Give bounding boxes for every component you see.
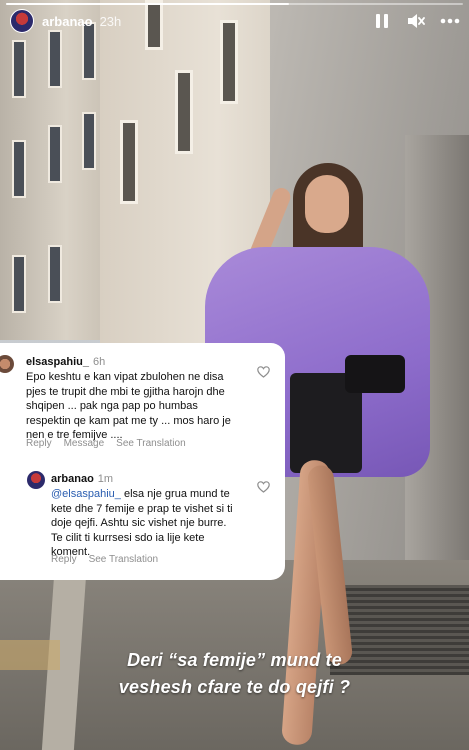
caption-line-1: Deri “sa femije” mund te — [127, 650, 342, 670]
comment-actions: Reply Message See Translation — [26, 438, 186, 449]
comment-line: @elsaspahiu_ elsa nje grua mund te — [51, 487, 271, 502]
window — [48, 30, 62, 88]
window — [82, 112, 96, 170]
story-header: arbanao 23h — [10, 8, 460, 34]
comment-line: doje qejfi. Ashtu sic vishet nje burre. — [51, 517, 227, 529]
avatar[interactable] — [0, 355, 14, 373]
avatar[interactable] — [10, 9, 34, 33]
comment-line-rest: elsa nje grua mund te — [120, 488, 230, 500]
caption-line-2: veshesh cfare te do qejfi ? — [118, 677, 351, 697]
comment-author[interactable]: elsaspahiu_ 6h — [26, 356, 105, 368]
comment-line: shqipen ... pak nga pap po humbas — [26, 400, 198, 412]
comment-line: kete dhe 7 femije e prap te vishet si ti — [51, 502, 233, 515]
window — [12, 140, 26, 198]
window — [12, 255, 26, 313]
avatar[interactable] — [27, 471, 45, 489]
story-progress-fill — [6, 3, 290, 5]
window — [48, 125, 62, 183]
story-actions — [372, 11, 460, 31]
window — [175, 70, 193, 154]
comment-line: Epo keshtu e kan vipat zbulohen ne disa — [26, 371, 224, 383]
heart-icon[interactable] — [257, 480, 270, 493]
message-button[interactable]: Message — [64, 438, 105, 449]
more-icon[interactable] — [440, 11, 460, 31]
comment-author[interactable]: arbanao 1m — [51, 473, 113, 485]
window — [120, 120, 138, 204]
heart-icon[interactable] — [257, 365, 270, 378]
shared-comment-card[interactable]: elsaspahiu_ 6h Epo keshtu e kan vipat zbu… — [0, 343, 285, 580]
mention-link[interactable]: @elsaspahiu_ — [51, 488, 121, 500]
pause-icon[interactable] — [372, 11, 392, 31]
comment-actions: Reply See Translation — [51, 554, 158, 565]
comment-time: 6h — [92, 356, 106, 368]
story-timestamp: 23h — [99, 13, 122, 29]
comment-line: pjes te trupit dhe mbi te gjitha harojn … — [26, 385, 225, 398]
reply-button[interactable]: Reply — [26, 438, 52, 449]
comment-username[interactable]: arbanao — [51, 473, 94, 485]
black-handbag — [345, 355, 405, 393]
window — [48, 245, 62, 303]
face — [305, 175, 349, 233]
building-left — [0, 0, 110, 340]
see-translation-button[interactable]: See Translation — [89, 554, 159, 565]
story-progress-bar — [6, 3, 463, 5]
comment-text: Epo keshtu e kan vipat zbulohen ne disa … — [26, 370, 231, 443]
comment-text: @elsaspahiu_ elsa nje grua mund te kete … — [51, 487, 271, 560]
comment-time: 1m — [97, 473, 114, 485]
see-translation-button[interactable]: See Translation — [116, 438, 186, 449]
mute-icon[interactable] — [406, 11, 426, 31]
comment-line: Te cilit ti kurrsesi sdo ia lije kete — [51, 531, 205, 544]
comment-username[interactable]: elsaspahiu_ — [26, 356, 89, 368]
window — [12, 40, 26, 98]
reply-button[interactable]: Reply — [51, 554, 77, 565]
story-username[interactable]: arbanao — [42, 14, 93, 29]
comment-line: respektin qe kam pat me ty ... mos haro … — [26, 414, 231, 427]
